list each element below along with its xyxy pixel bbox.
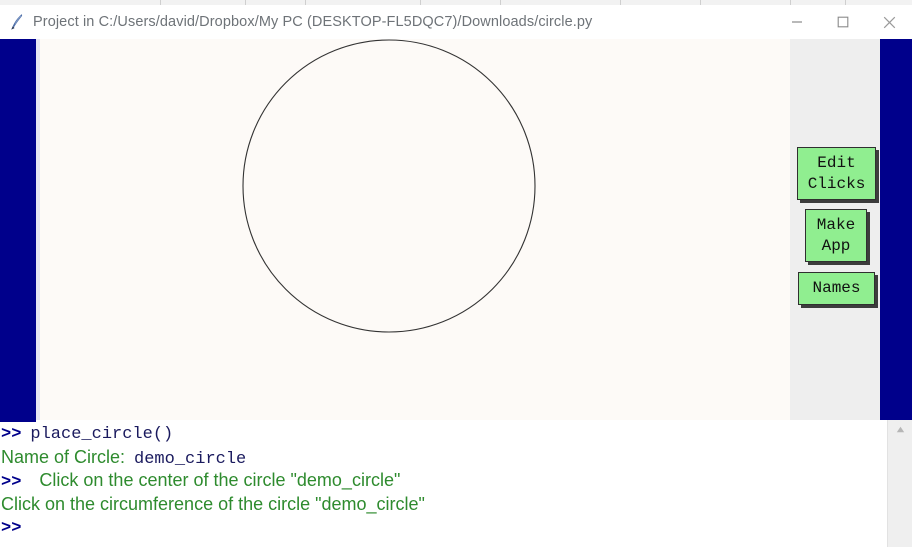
drawing-canvas[interactable] — [40, 39, 790, 420]
close-button[interactable] — [866, 5, 912, 39]
title-bar: Project in C:/Users/david/Dropbox/My PC … — [0, 5, 912, 40]
console-line: >> place_circle() — [0, 422, 888, 446]
edit-clicks-button[interactable]: Edit Clicks — [797, 147, 876, 200]
console-prompt: >> — [1, 519, 22, 538]
make-app-button[interactable]: Make App — [805, 209, 867, 262]
maximize-button[interactable] — [820, 5, 866, 39]
console-line: Click on the circumference of the circle… — [0, 493, 888, 517]
window-title: Project in C:/Users/david/Dropbox/My PC … — [33, 14, 593, 30]
console-message: Click on the center of the circle "demo_… — [39, 470, 401, 490]
console-scrollbar[interactable] — [887, 420, 912, 547]
console-message: Click on the circumference of the circle… — [1, 493, 425, 514]
canvas-region: Edit Clicks Make App Names — [0, 39, 912, 420]
circle-shape-demo_circle — [242, 39, 536, 333]
python-feather-icon — [8, 13, 26, 31]
tool-button-panel: Edit Clicks Make App Names — [790, 39, 880, 420]
minimize-button[interactable] — [774, 5, 820, 39]
console-output-region[interactable]: >> place_circle() Name of Circle: demo_cir… — [0, 420, 912, 547]
console-line: >> Click on the center of the circle "dem… — [0, 469, 888, 493]
application-window: Project in C:/Users/david/Dropbox/My PC … — [0, 0, 912, 547]
console-prompt: >> — [1, 473, 22, 492]
console-label: Name of Circle: — [1, 446, 126, 467]
console-command: place_circle() — [30, 425, 174, 444]
console-line: Name of Circle: demo_circle — [0, 446, 888, 470]
console-line: >> — [0, 516, 888, 540]
scroll-up-arrow-icon[interactable] — [888, 420, 912, 438]
console-text-area[interactable]: >> place_circle() Name of Circle: demo_cir… — [0, 422, 888, 547]
console-value: demo_circle — [134, 449, 247, 469]
names-button[interactable]: Names — [798, 272, 875, 305]
console-prompt: >> — [1, 425, 22, 444]
